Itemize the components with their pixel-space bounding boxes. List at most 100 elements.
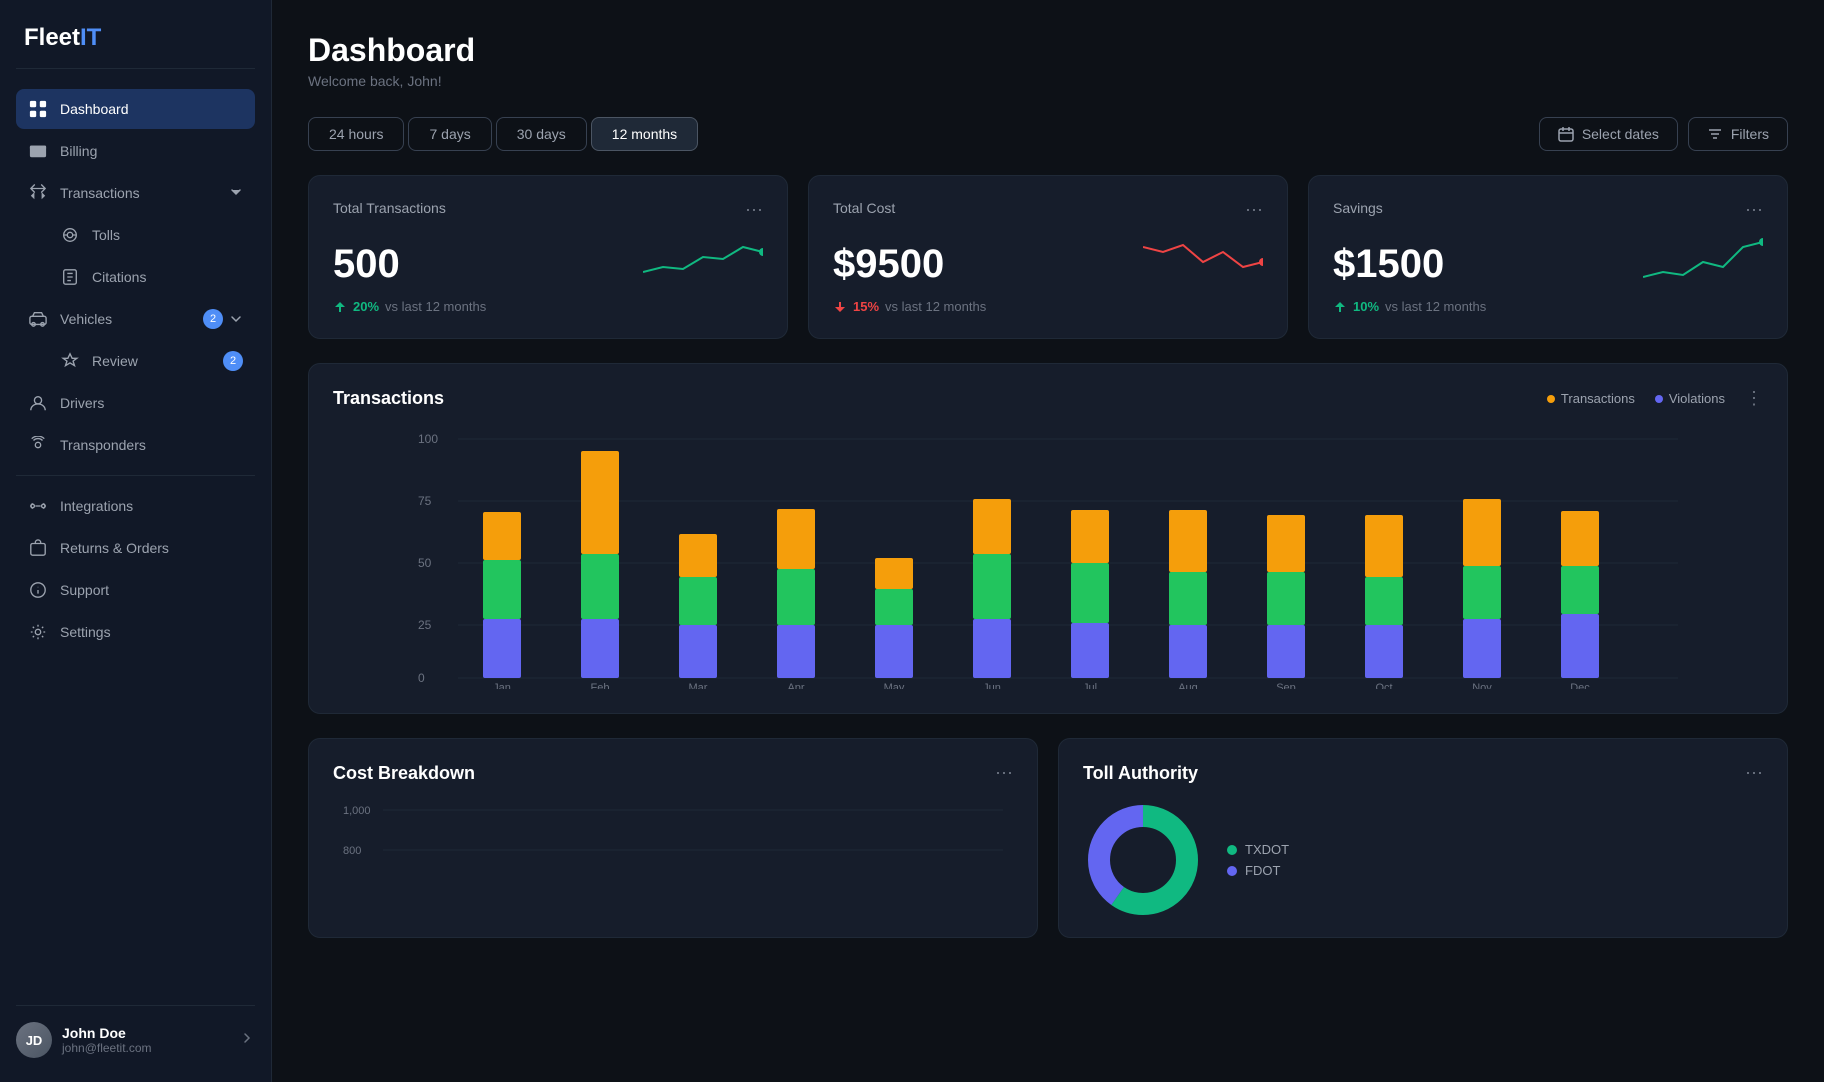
sidebar-item-citations[interactable]: Citations <box>16 257 255 297</box>
svg-text:May: May <box>884 682 905 689</box>
bar-chart-svg: 100 75 50 25 0 Jan <box>333 429 1763 689</box>
chart-menu-button[interactable]: ⋮ <box>1745 388 1763 409</box>
cost-breakdown-menu-button[interactable]: ⋯ <box>995 763 1013 784</box>
select-dates-button[interactable]: Select dates <box>1539 117 1678 151</box>
kpi-value-row: 500 <box>333 237 763 287</box>
page-subtitle: Welcome back, John! <box>308 73 1788 89</box>
kpi-value: $1500 <box>1333 242 1444 287</box>
cost-breakdown-card: Cost Breakdown ⋯ 1,000 800 <box>308 738 1038 938</box>
sidebar-item-drivers[interactable]: Drivers <box>16 383 255 423</box>
main-content: Dashboard Welcome back, John! 24 hours 7… <box>272 0 1824 1082</box>
vehicles-badge: 2 <box>203 309 223 329</box>
kpi-value-row: $9500 <box>833 237 1263 287</box>
bar-mar: Mar <box>679 534 717 689</box>
kpi-change-pct: 10% <box>1353 299 1379 314</box>
sidebar-item-label: Settings <box>60 624 111 640</box>
user-profile[interactable]: JD John Doe john@fleetit.com <box>16 1005 255 1058</box>
sidebar-item-vehicles[interactable]: Vehicles 2 <box>16 299 255 339</box>
drivers-icon <box>28 393 48 413</box>
kpi-change-pct: 15% <box>853 299 879 314</box>
sidebar-item-settings[interactable]: Settings <box>16 612 255 652</box>
svg-text:0: 0 <box>418 671 425 685</box>
kpi-menu-button[interactable]: ⋯ <box>1245 200 1263 221</box>
filters-button[interactable]: Filters <box>1688 117 1788 151</box>
kpi-value: $9500 <box>833 242 944 287</box>
sidebar-item-label: Tolls <box>92 227 120 243</box>
kpi-change: 10% vs last 12 months <box>1333 299 1763 314</box>
sidebar-divider <box>16 68 255 69</box>
kpi-menu-button[interactable]: ⋯ <box>1745 200 1763 221</box>
kpi-sparkline <box>1643 237 1763 287</box>
sidebar-item-label: Transactions <box>60 185 140 201</box>
sidebar-item-transactions[interactable]: Transactions <box>16 173 255 213</box>
svg-text:Aug: Aug <box>1178 682 1198 689</box>
svg-text:Feb: Feb <box>591 682 610 689</box>
filter-7d[interactable]: 7 days <box>408 117 491 151</box>
app-logo: FleetIT <box>16 24 255 52</box>
vehicles-icon <box>28 309 48 329</box>
transactions-icon <box>28 183 48 203</box>
kpi-sparkline <box>1143 237 1263 287</box>
integrations-icon <box>28 496 48 516</box>
trend-down-icon <box>833 300 847 314</box>
settings-icon <box>28 622 48 642</box>
sidebar-item-returns[interactable]: Returns & Orders <box>16 528 255 568</box>
avatar: JD <box>16 1022 52 1058</box>
time-filters: 24 hours 7 days 30 days 12 months <box>308 117 698 151</box>
transactions-chart-card: Transactions Transactions Violations ⋮ <box>308 363 1788 714</box>
sidebar-item-billing[interactable]: Billing <box>16 131 255 171</box>
user-name: John Doe <box>62 1025 229 1041</box>
kpi-label: Total Transactions <box>333 200 446 216</box>
kpi-value-row: $1500 <box>1333 237 1763 287</box>
bar-aug: Aug <box>1169 510 1207 689</box>
sidebar-item-integrations[interactable]: Integrations <box>16 486 255 526</box>
svg-text:800: 800 <box>343 845 361 857</box>
kpi-change: 20% vs last 12 months <box>333 299 763 314</box>
kpi-menu-button[interactable]: ⋯ <box>745 200 763 221</box>
cost-breakdown-content: 1,000 800 <box>333 800 1013 920</box>
legend-label-txdot: TXDOT <box>1245 842 1289 857</box>
legend-txdot: TXDOT <box>1227 842 1289 857</box>
filters-label: Filters <box>1731 126 1769 142</box>
support-icon <box>28 580 48 600</box>
filter-actions: Select dates Filters <box>1539 117 1788 151</box>
legend-transactions: Transactions <box>1547 391 1635 406</box>
bar-feb: Feb <box>581 451 619 689</box>
user-chevron-icon <box>239 1030 255 1051</box>
toll-authority-content: TXDOT FDOT <box>1083 800 1763 920</box>
svg-text:75: 75 <box>418 494 432 508</box>
kpi-card-cost: Total Cost ⋯ $9500 15% vs last 12 months <box>808 175 1288 339</box>
toll-authority-title: Toll Authority <box>1083 763 1198 784</box>
user-email: john@fleetit.com <box>62 1041 229 1055</box>
cost-breakdown-header: Cost Breakdown ⋯ <box>333 763 1013 784</box>
returns-icon <box>28 538 48 558</box>
kpi-card-header: Total Transactions ⋯ <box>333 200 763 221</box>
filter-icon <box>1707 126 1723 142</box>
legend-fdot: FDOT <box>1227 863 1289 878</box>
billing-icon <box>28 141 48 161</box>
cost-breakdown-title: Cost Breakdown <box>333 763 475 784</box>
sidebar-item-tolls[interactable]: Tolls <box>16 215 255 255</box>
svg-text:Apr: Apr <box>787 682 804 689</box>
filter-bar: 24 hours 7 days 30 days 12 months Select… <box>308 117 1788 151</box>
filter-12m[interactable]: 12 months <box>591 117 698 151</box>
sidebar-item-label: Support <box>60 582 109 598</box>
sidebar-item-review[interactable]: Review 2 <box>16 341 255 381</box>
filter-24h[interactable]: 24 hours <box>308 117 404 151</box>
sidebar-item-dashboard[interactable]: Dashboard <box>16 89 255 129</box>
page-title: Dashboard <box>308 32 1788 69</box>
sidebar-item-support[interactable]: Support <box>16 570 255 610</box>
vehicles-badge-chevron: 2 <box>203 309 243 329</box>
sidebar-item-label: Vehicles <box>60 311 112 327</box>
sidebar-item-transponders[interactable]: Transponders <box>16 425 255 465</box>
bar-sep: Sep <box>1267 515 1305 689</box>
chart-card-header: Transactions Transactions Violations ⋮ <box>333 388 1763 409</box>
donut-legend: TXDOT FDOT <box>1227 842 1289 878</box>
sidebar-item-label: Citations <box>92 269 146 285</box>
legend-label: Violations <box>1669 391 1725 406</box>
svg-text:1,000: 1,000 <box>343 805 371 817</box>
svg-text:Mar: Mar <box>689 682 708 689</box>
kpi-card-savings: Savings ⋯ $1500 10% vs last 12 months <box>1308 175 1788 339</box>
filter-30d[interactable]: 30 days <box>496 117 587 151</box>
toll-authority-menu-button[interactable]: ⋯ <box>1745 763 1763 784</box>
